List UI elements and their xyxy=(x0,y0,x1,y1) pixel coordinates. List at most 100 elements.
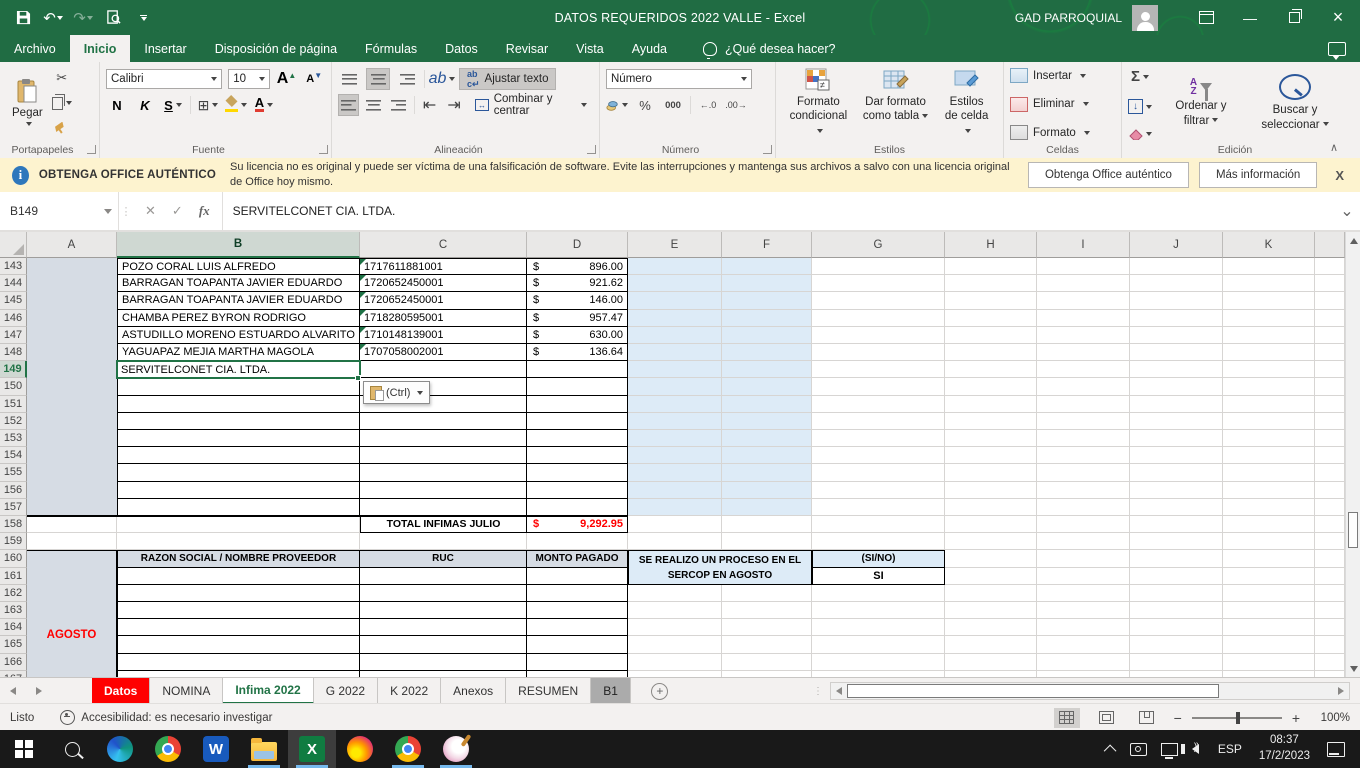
increase-font-icon[interactable]: A▲ xyxy=(276,69,298,89)
cell-E153[interactable] xyxy=(628,430,722,447)
cell-H154[interactable] xyxy=(945,447,1037,464)
cell-J151[interactable] xyxy=(1130,396,1223,413)
cell-E157[interactable] xyxy=(628,499,722,516)
cell-I152[interactable] xyxy=(1037,413,1130,430)
cell-D165[interactable] xyxy=(527,636,628,653)
row-header-159[interactable]: 159 xyxy=(0,533,27,550)
font-name-select[interactable]: Calibri xyxy=(106,69,222,89)
undo-button[interactable]: ↶ xyxy=(40,5,66,31)
cell-B161[interactable] xyxy=(117,568,360,585)
cell-K159[interactable] xyxy=(1223,533,1315,550)
cell-L162[interactable] xyxy=(1315,585,1345,602)
cell-B158[interactable] xyxy=(117,516,360,533)
print-preview-icon[interactable] xyxy=(100,5,126,31)
cell-C155[interactable] xyxy=(360,464,527,481)
cell-J154[interactable] xyxy=(1130,447,1223,464)
cell-D157[interactable] xyxy=(527,499,628,516)
column-header-partial[interactable] xyxy=(1315,232,1345,258)
column-header-K[interactable]: K xyxy=(1223,232,1315,258)
cell-G164[interactable] xyxy=(812,619,945,636)
cell-J145[interactable] xyxy=(1130,292,1223,309)
row-header-146[interactable]: 146 xyxy=(0,310,27,327)
cell-J165[interactable] xyxy=(1130,636,1223,653)
borders-icon[interactable]: ⊞ xyxy=(197,95,219,115)
cell-H148[interactable] xyxy=(945,344,1037,361)
conditional-formatting-button[interactable]: ≠ Formato condicional xyxy=(782,66,855,140)
scroll-down-icon[interactable] xyxy=(1346,660,1360,677)
cell-E146[interactable] xyxy=(628,310,722,327)
cell-E162[interactable] xyxy=(628,585,722,602)
cell-J146[interactable] xyxy=(1130,310,1223,327)
horizontal-scrollbar[interactable] xyxy=(830,682,1350,700)
cell-J148[interactable] xyxy=(1130,344,1223,361)
cell-H166[interactable] xyxy=(945,654,1037,671)
cell-D153[interactable] xyxy=(527,430,628,447)
bold-button[interactable]: N xyxy=(106,95,128,115)
row-header-152[interactable]: 152 xyxy=(0,413,27,430)
find-select-button[interactable]: Buscar y seleccionar xyxy=(1250,66,1340,140)
cell-G159[interactable] xyxy=(812,533,945,550)
taskbar-chrome-button[interactable] xyxy=(144,730,192,768)
cell-I164[interactable] xyxy=(1037,619,1130,636)
ribbon-tab-inicio[interactable]: Inicio xyxy=(70,35,131,62)
cell-E156[interactable] xyxy=(628,482,722,499)
cell-D148[interactable]: $136.64 xyxy=(527,344,628,361)
name-box-dropdown-icon[interactable] xyxy=(104,209,112,214)
cell-C164[interactable] xyxy=(360,619,527,636)
cell-G148[interactable] xyxy=(812,344,945,361)
cell-H147[interactable] xyxy=(945,327,1037,344)
cell-A158[interactable] xyxy=(27,516,117,533)
column-header-A[interactable]: A xyxy=(27,232,117,258)
cell-J159[interactable] xyxy=(1130,533,1223,550)
horizontal-scrollbar-thumb[interactable] xyxy=(847,684,1219,698)
copy-icon[interactable] xyxy=(51,93,73,113)
cell-F155[interactable] xyxy=(722,464,812,481)
sercop-header-cell[interactable]: SE REALIZO UN PROCESO EN ELSERCOP EN AGO… xyxy=(628,550,812,584)
cell-H159[interactable] xyxy=(945,533,1037,550)
underline-button[interactable]: S xyxy=(162,95,184,115)
taskbar-edge-button[interactable] xyxy=(96,730,144,768)
language-indicator[interactable]: ESP xyxy=(1211,730,1249,768)
cell-B147[interactable]: ASTUDILLO MORENO ESTUARDO ALVARITO xyxy=(117,327,360,344)
sort-filter-button[interactable]: AZ Ordenar y filtrar xyxy=(1160,66,1242,140)
cell-H151[interactable] xyxy=(945,396,1037,413)
cell-C156[interactable] xyxy=(360,482,527,499)
zoom-level[interactable]: 100% xyxy=(1314,712,1350,724)
cell-I166[interactable] xyxy=(1037,654,1130,671)
cell-L148[interactable] xyxy=(1315,344,1345,361)
row-header-154[interactable]: 154 xyxy=(0,447,27,464)
cell-C160[interactable]: RUC xyxy=(360,550,527,567)
cell-G143[interactable] xyxy=(812,258,945,275)
scroll-left-icon[interactable] xyxy=(831,683,847,699)
more-info-button[interactable]: Más información xyxy=(1199,162,1317,188)
numero-dialog-launcher[interactable] xyxy=(763,145,772,154)
row-header-156[interactable]: 156 xyxy=(0,482,27,499)
cell-G156[interactable] xyxy=(812,482,945,499)
cell-E164[interactable] xyxy=(628,619,722,636)
cell-A159[interactable] xyxy=(27,533,117,550)
cell-L159[interactable] xyxy=(1315,533,1345,550)
cell-B143[interactable]: POZO CORAL LUIS ALFREDO xyxy=(117,258,360,275)
cell-C153[interactable] xyxy=(360,430,527,447)
cell-D156[interactable] xyxy=(527,482,628,499)
column-header-E[interactable]: E xyxy=(628,232,722,258)
cell-K165[interactable] xyxy=(1223,636,1315,653)
confirm-entry-icon[interactable]: ✓ xyxy=(172,203,183,219)
wrap-text-button[interactable]: abc↵ Ajustar texto xyxy=(459,68,556,90)
taskbar-search-button[interactable] xyxy=(48,730,96,768)
ribbon-tab-revisar[interactable]: Revisar xyxy=(492,35,562,62)
cell-J164[interactable] xyxy=(1130,619,1223,636)
cell-F143[interactable] xyxy=(722,258,812,275)
cell-L149[interactable] xyxy=(1315,361,1345,378)
accounting-format-icon[interactable] xyxy=(606,95,628,115)
row-header-148[interactable]: 148 xyxy=(0,344,27,361)
cell-K149[interactable] xyxy=(1223,361,1315,378)
cell-G158[interactable] xyxy=(812,516,945,533)
cell-G166[interactable] xyxy=(812,654,945,671)
cell-C146[interactable]: 1718280595001 xyxy=(360,310,527,327)
cell-C149[interactable] xyxy=(360,361,527,378)
column-header-B[interactable]: B xyxy=(117,232,360,258)
cell-I147[interactable] xyxy=(1037,327,1130,344)
page-break-view-icon[interactable] xyxy=(1134,708,1160,728)
cell-D143[interactable]: $896.00 xyxy=(527,258,628,275)
